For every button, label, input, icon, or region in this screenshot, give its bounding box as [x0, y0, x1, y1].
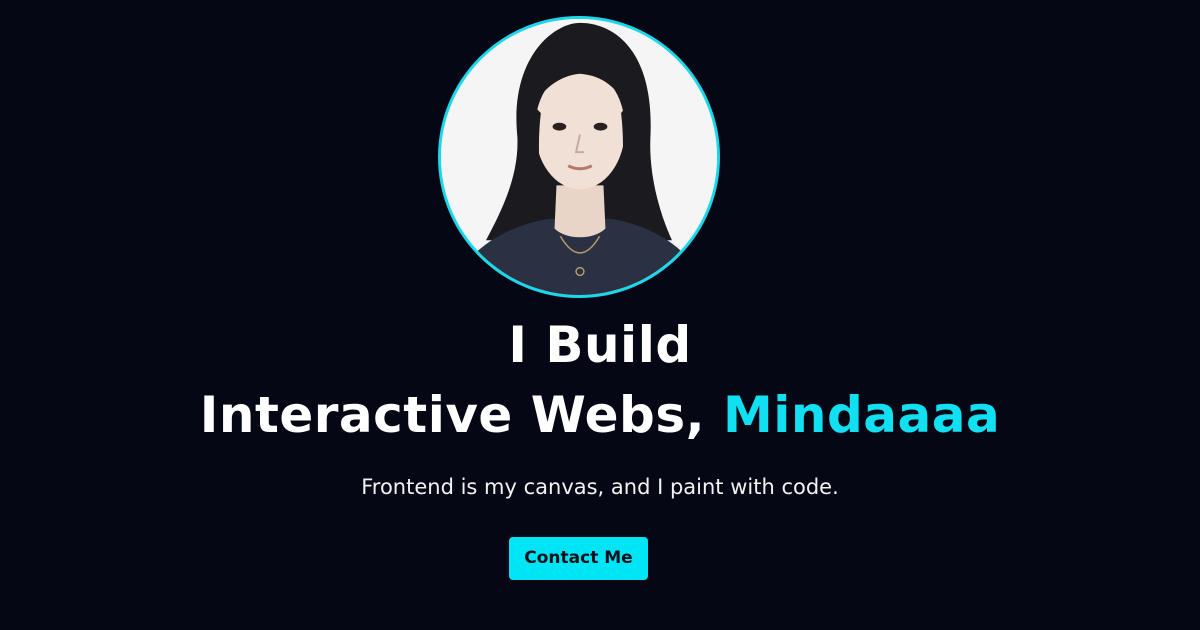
headline-line-2: Interactive Webs, Mindaaaa	[0, 380, 1200, 450]
portrait-photo-icon	[441, 19, 717, 295]
headline-name: Mindaaaa	[722, 386, 1001, 444]
headline-prefix: Interactive Webs,	[199, 386, 723, 444]
tagline: Frontend is my canvas, and I paint with …	[361, 475, 839, 499]
contact-me-button[interactable]: Contact Me	[509, 537, 648, 580]
headline-line-1: I Build	[508, 316, 692, 374]
avatar	[438, 16, 720, 298]
hero-section: I Build Interactive Webs, Mindaaaa Front…	[0, 0, 1200, 630]
headline: I Build Interactive Webs, Mindaaaa	[0, 310, 1200, 450]
